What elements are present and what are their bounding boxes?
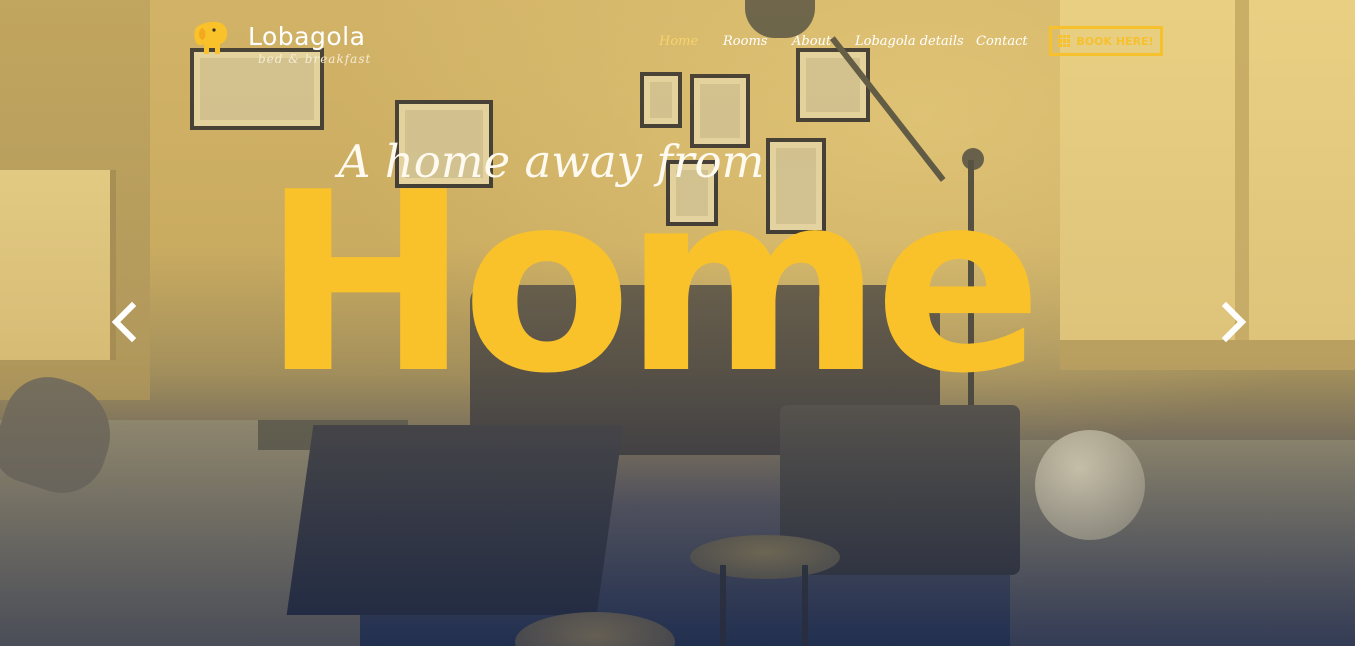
brand-tagline: bed & breakfast — [258, 52, 372, 66]
logo-link[interactable]: Lobagola bed & breakfast — [192, 18, 392, 70]
book-here-button[interactable]: BOOK HERE! — [1049, 26, 1163, 56]
nav-item-rooms[interactable]: Rooms — [723, 34, 767, 49]
nav-item-lobagola-details[interactable]: Lobagola details — [855, 34, 964, 49]
grid-icon — [1058, 35, 1071, 47]
hero-headline: Home — [262, 140, 1043, 428]
brand-name: Lobagola — [248, 22, 366, 51]
hero-slider: Lobagola bed & breakfast Home Rooms Abou… — [0, 0, 1355, 646]
slider-prev-button[interactable] — [104, 300, 144, 344]
chevron-right-icon — [1221, 301, 1247, 343]
chevron-left-icon — [111, 301, 137, 343]
slider-next-button[interactable] — [1214, 300, 1254, 344]
book-here-label: BOOK HERE! — [1076, 34, 1154, 48]
nav-item-contact[interactable]: Contact — [976, 34, 1028, 49]
elephant-icon — [192, 18, 232, 58]
nav-item-about[interactable]: About — [792, 34, 831, 49]
nav-item-home[interactable]: Home — [659, 34, 698, 49]
